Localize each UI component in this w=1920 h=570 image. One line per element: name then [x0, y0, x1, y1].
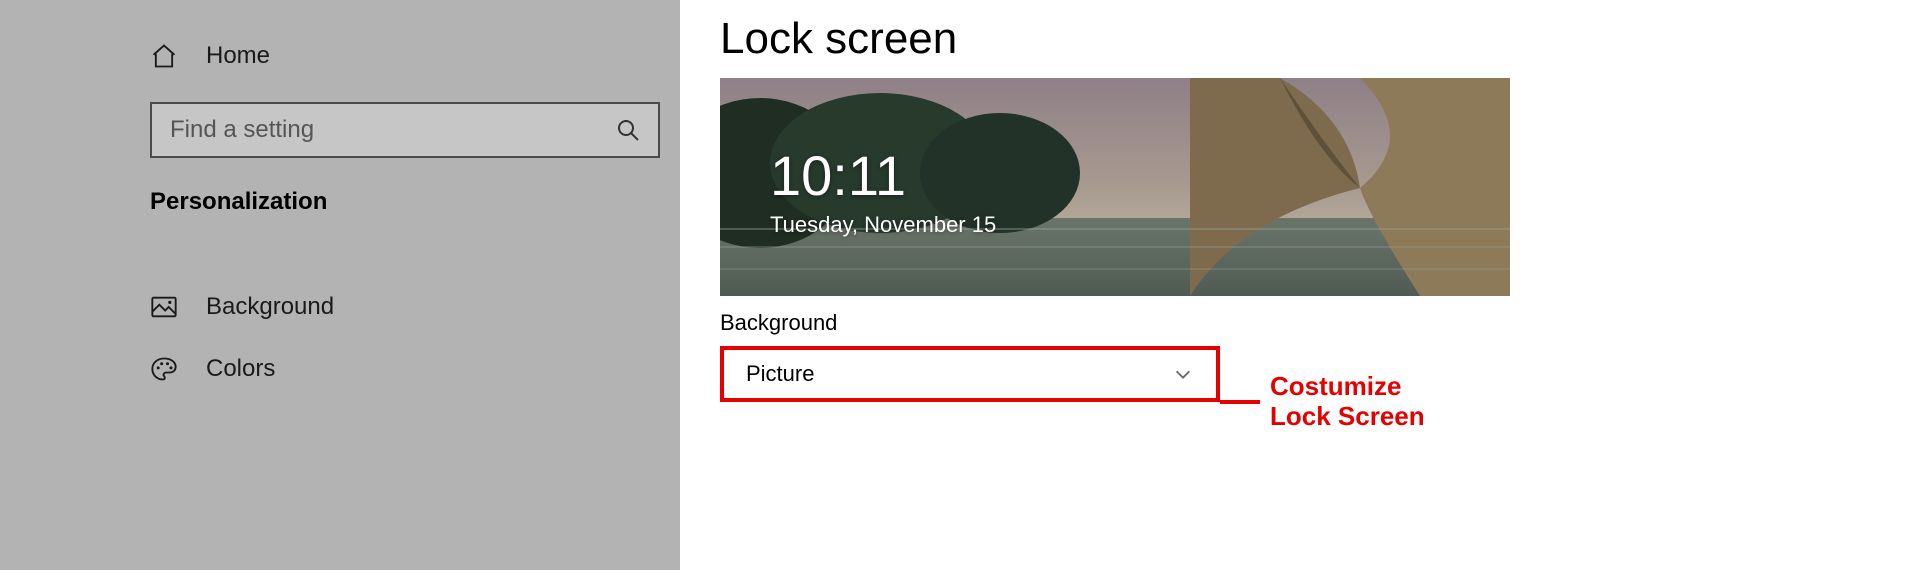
- background-section-label: Background: [720, 310, 1880, 336]
- annotation-line: [1220, 400, 1260, 404]
- sidebar: Home Personalization Background Colors: [0, 0, 680, 570]
- sidebar-item-colors[interactable]: Colors: [150, 338, 650, 400]
- annotation-text: CostumizeLock Screen: [1270, 372, 1425, 432]
- preview-time: 10:11: [770, 148, 996, 204]
- palette-icon: [150, 355, 178, 383]
- search-box[interactable]: [150, 102, 660, 158]
- background-dropdown-value: Picture: [746, 361, 814, 387]
- home-icon: [150, 42, 178, 70]
- sidebar-item-background[interactable]: Background: [150, 276, 650, 338]
- page-title: Lock screen: [720, 14, 1880, 64]
- preview-date: Tuesday, November 15: [770, 212, 996, 238]
- sidebar-item-label: Background: [206, 293, 334, 321]
- background-dropdown[interactable]: Picture: [720, 346, 1220, 402]
- content: Lock screen: [680, 0, 1920, 570]
- annotation: CostumizeLock Screen: [1220, 372, 1425, 432]
- chevron-down-icon: [1172, 363, 1194, 385]
- nav-home[interactable]: Home: [150, 30, 650, 82]
- lock-screen-preview: 10:11 Tuesday, November 15: [720, 78, 1510, 296]
- image-icon: [150, 293, 178, 321]
- preview-clock: 10:11 Tuesday, November 15: [770, 148, 996, 238]
- sidebar-item-label: Colors: [206, 355, 275, 383]
- nav-home-label: Home: [206, 42, 270, 70]
- search-icon: [616, 118, 640, 142]
- category-title: Personalization: [150, 188, 650, 216]
- search-input[interactable]: [170, 116, 616, 144]
